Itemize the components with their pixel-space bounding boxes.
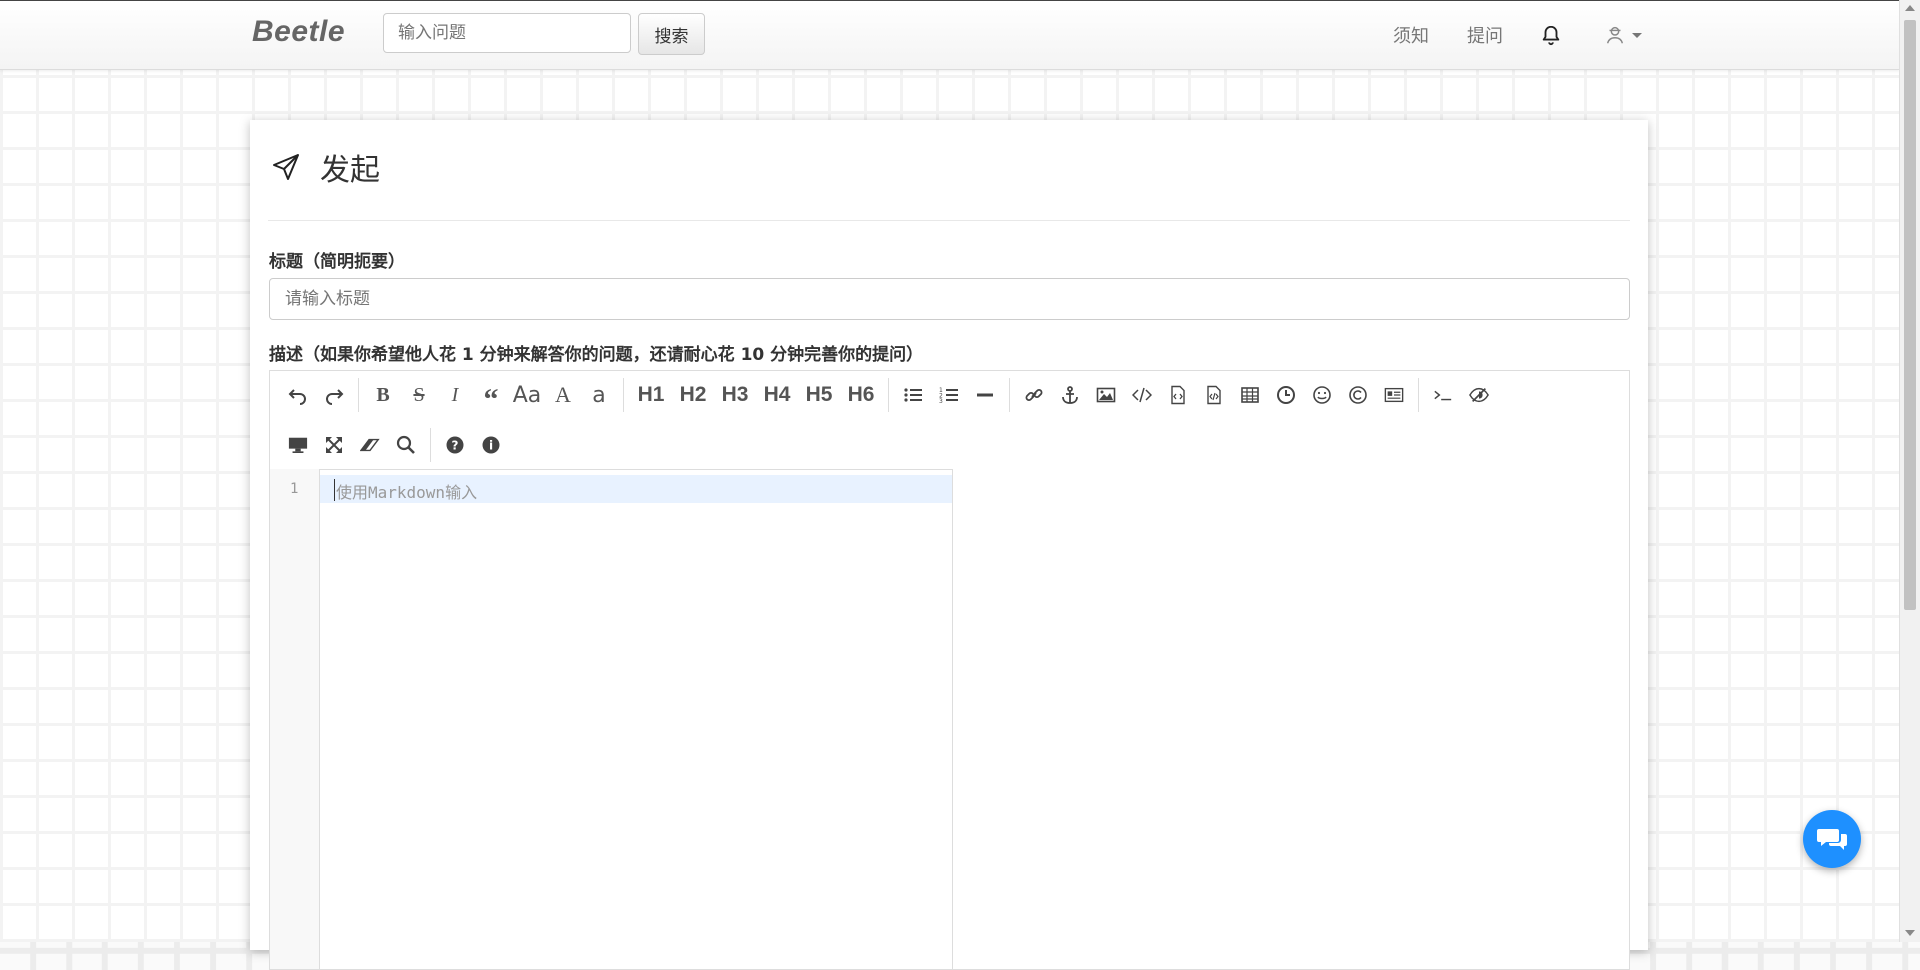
brand-logo[interactable]: Beetle: [252, 15, 345, 49]
editor-toolbar: B S I “ Aa A a H1 H2 H3 H4 H5 H6 123 ? i: [270, 371, 1629, 470]
info-icon[interactable]: i: [473, 428, 509, 462]
help-icon[interactable]: ?: [437, 428, 473, 462]
heading-4-button[interactable]: H4: [756, 378, 798, 412]
pre-code-icon[interactable]: [1196, 378, 1232, 412]
markdown-editor: B S I “ Aa A a H1 H2 H3 H4 H5 H6 123 ? i…: [269, 370, 1630, 970]
scroll-down-arrow[interactable]: [1905, 930, 1915, 936]
ask-question-card: 发起 标题（简明扼要） 描述（如果你希望他人花 1 分钟来解答你的问题，还请耐心…: [250, 120, 1648, 970]
undo-icon[interactable]: [280, 378, 316, 412]
search-button[interactable]: 搜索: [638, 13, 705, 55]
table-icon[interactable]: [1232, 378, 1268, 412]
user-avatar-icon: [1606, 26, 1624, 44]
toolbar-separator: [1009, 378, 1010, 412]
redo-icon[interactable]: [316, 378, 352, 412]
toolbar-separator: [1418, 378, 1419, 412]
horizontal-rule-icon[interactable]: [967, 378, 1003, 412]
eraser-icon[interactable]: [352, 428, 388, 462]
card-header: 发起: [270, 142, 380, 192]
toolbar-separator: [623, 378, 624, 412]
heading-3-button[interactable]: H3: [714, 378, 756, 412]
toolbar-separator: [358, 378, 359, 412]
unordered-list-icon[interactable]: [895, 378, 931, 412]
chat-button[interactable]: [1803, 810, 1861, 868]
title-field-label: 标题（简明扼要）: [269, 252, 405, 272]
markdown-input-pane[interactable]: 使用Markdown输入: [320, 469, 953, 969]
heading-5-button[interactable]: H5: [798, 378, 840, 412]
datetime-icon[interactable]: [1268, 378, 1304, 412]
lowercase-a-icon[interactable]: a: [581, 378, 617, 412]
text-cursor: [334, 479, 335, 501]
chat-bubbles-icon: [1817, 829, 1847, 850]
search-input[interactable]: [383, 13, 631, 53]
markdown-preview-pane: [953, 469, 1629, 969]
heading-2-button[interactable]: H2: [672, 378, 714, 412]
scroll-up-arrow[interactable]: [1905, 5, 1915, 11]
toolbar-separator: [430, 428, 431, 462]
divider: [268, 220, 1630, 221]
fullscreen-icon[interactable]: [316, 428, 352, 462]
bell-icon[interactable]: [1540, 23, 1562, 47]
title-input[interactable]: [269, 278, 1630, 320]
send-icon: [273, 154, 299, 180]
terminal-icon[interactable]: [1425, 378, 1461, 412]
line-number: 1: [290, 481, 299, 497]
nav-link-ask[interactable]: 提问: [1467, 22, 1503, 48]
svg-text:i: i: [489, 439, 493, 453]
page-title: 发起: [320, 153, 380, 188]
page-scrollbar[interactable]: [1899, 0, 1920, 942]
bold-icon[interactable]: B: [365, 378, 401, 412]
anchor-icon[interactable]: [1052, 378, 1088, 412]
svg-text:3: 3: [939, 398, 943, 405]
scrollbar-thumb[interactable]: [1904, 20, 1916, 610]
chevron-down-icon: [1632, 32, 1642, 38]
link-icon[interactable]: [1016, 378, 1052, 412]
description-field-label: 描述（如果你希望他人花 1 分钟来解答你的问题，还请耐心花 10 分钟完善你的提…: [269, 345, 924, 365]
toolbar-row-2: ? i: [280, 425, 509, 465]
italic-icon[interactable]: I: [437, 378, 473, 412]
svg-text:?: ?: [452, 439, 459, 453]
code-icon[interactable]: [1124, 378, 1160, 412]
uppercase-a-icon[interactable]: A: [545, 378, 581, 412]
pagebreak-icon[interactable]: [1376, 378, 1412, 412]
ordered-list-icon[interactable]: 123: [931, 378, 967, 412]
hide-preview-icon[interactable]: [1461, 378, 1497, 412]
search-icon[interactable]: [388, 428, 424, 462]
heading-1-button[interactable]: H1: [630, 378, 672, 412]
editor-placeholder: 使用Markdown输入: [336, 483, 478, 502]
toolbar-separator: [888, 378, 889, 412]
quote-icon[interactable]: “: [473, 378, 509, 416]
desktop-icon[interactable]: [280, 428, 316, 462]
html-entities-icon[interactable]: [1340, 378, 1376, 412]
user-menu[interactable]: [1604, 22, 1650, 48]
top-navbar: Beetle 搜索 须知 提问: [0, 0, 1900, 70]
toolbar-row-1: B S I “ Aa A a H1 H2 H3 H4 H5 H6 123: [280, 375, 1497, 416]
uppercase-icon[interactable]: Aa: [509, 378, 545, 412]
emoji-icon[interactable]: [1304, 378, 1340, 412]
image-icon[interactable]: [1088, 378, 1124, 412]
strikethrough-icon[interactable]: S: [401, 378, 437, 412]
heading-6-button[interactable]: H6: [840, 378, 882, 412]
nav-link-guidelines[interactable]: 须知: [1393, 22, 1429, 48]
line-number-gutter: 1: [270, 469, 320, 969]
code-block-icon[interactable]: [1160, 378, 1196, 412]
